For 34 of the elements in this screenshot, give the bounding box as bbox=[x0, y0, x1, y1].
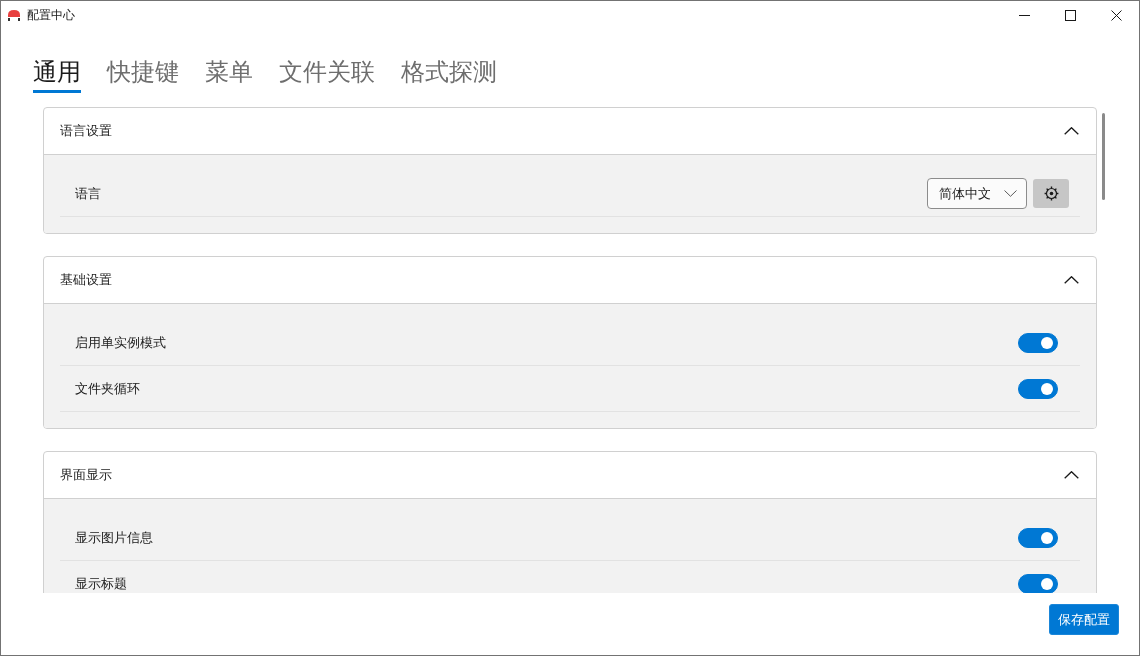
setting-label: 语言 bbox=[75, 184, 101, 203]
setting-label: 启用单实例模式 bbox=[75, 333, 166, 352]
setting-label: 显示标题 bbox=[75, 574, 127, 593]
tab[interactable]: 格式探测 bbox=[401, 56, 497, 93]
toggle-switch[interactable] bbox=[1018, 573, 1058, 593]
tab[interactable]: 菜单 bbox=[205, 56, 253, 93]
toggle-switch[interactable] bbox=[1018, 527, 1058, 548]
scrollbar[interactable] bbox=[1102, 113, 1105, 200]
maximize-icon bbox=[1064, 9, 1076, 21]
tab[interactable]: 通用 bbox=[33, 56, 81, 93]
minimize-icon bbox=[1018, 14, 1030, 16]
chevron-up-icon bbox=[1064, 471, 1079, 479]
settings-button[interactable] bbox=[1033, 179, 1069, 208]
tab[interactable]: 快捷键 bbox=[107, 56, 179, 93]
toggle-switch[interactable] bbox=[1018, 378, 1058, 399]
collapse-button[interactable] bbox=[1064, 276, 1079, 284]
language-dropdown[interactable]: 简体中文 bbox=[927, 178, 1027, 209]
close-icon bbox=[1110, 9, 1122, 21]
gear-icon bbox=[1043, 186, 1059, 201]
app-icon bbox=[7, 8, 21, 22]
chevron-up-icon bbox=[1064, 276, 1079, 284]
card-title: 基础设置 bbox=[60, 271, 112, 289]
card-title: 界面显示 bbox=[60, 466, 112, 484]
window-title: 配置中心 bbox=[27, 7, 75, 23]
collapse-button[interactable] bbox=[1064, 471, 1079, 479]
card-title: 语言设置 bbox=[60, 122, 112, 140]
chevron-down-icon bbox=[1004, 190, 1017, 197]
collapse-button[interactable] bbox=[1064, 127, 1079, 135]
setting-label: 显示图片信息 bbox=[75, 528, 153, 547]
chevron-up-icon bbox=[1064, 127, 1079, 135]
setting-label: 文件夹循环 bbox=[75, 379, 140, 398]
toggle-switch[interactable] bbox=[1018, 332, 1058, 353]
save-button[interactable]: 保存配置 bbox=[1049, 604, 1119, 635]
tab[interactable]: 文件关联 bbox=[279, 56, 375, 93]
